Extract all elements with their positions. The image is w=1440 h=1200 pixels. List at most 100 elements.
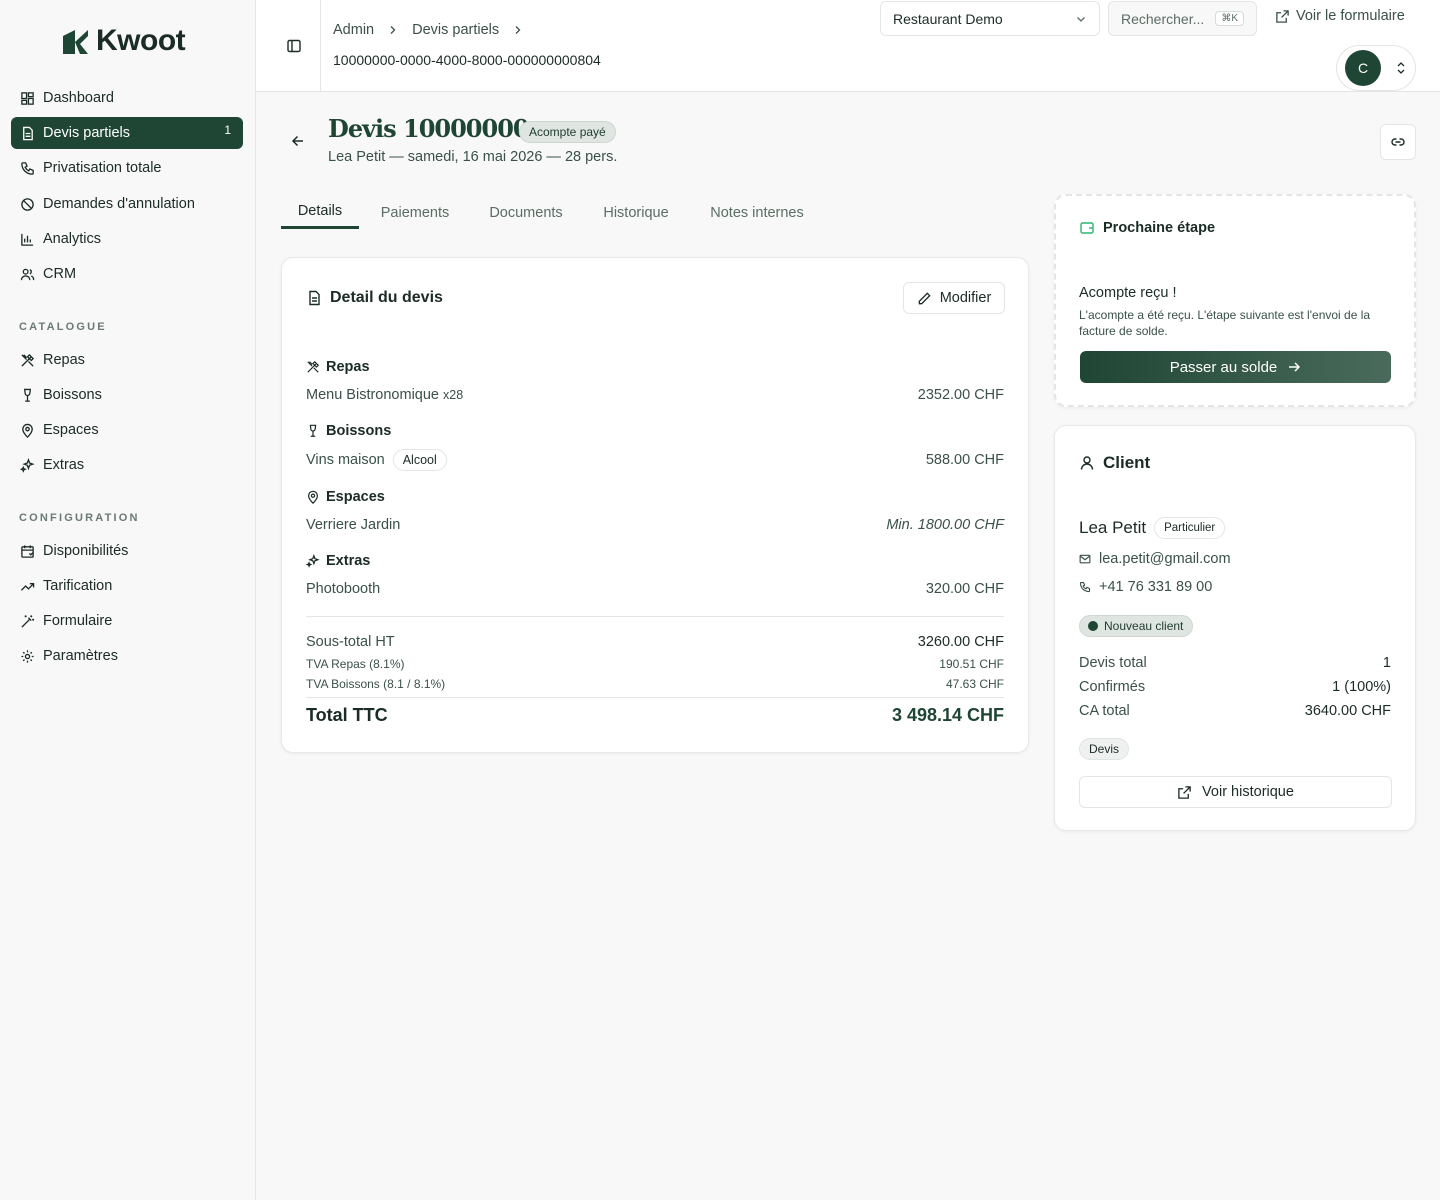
breadcrumb-devis-partiels[interactable]: Devis partiels — [412, 22, 499, 38]
view-form-link[interactable]: Voir le formulaire — [1275, 8, 1405, 24]
search-button[interactable]: Rechercher... ⌘K — [1108, 1, 1257, 36]
sidebar-item-espaces[interactable]: Espaces — [11, 414, 243, 446]
client-email: lea.petit@gmail.com — [1099, 551, 1231, 567]
sidebar-item-label: Tarification — [43, 578, 113, 594]
sidebar-item-repas[interactable]: Repas — [11, 344, 243, 376]
sidebar-item-dashboard[interactable]: Dashboard — [11, 82, 243, 114]
card-header: Client — [1079, 453, 1150, 473]
card-title: Detail du devis — [330, 289, 443, 306]
stat-row: CA total 3640.00 CHF — [1079, 703, 1391, 719]
chevron-right-icon — [515, 26, 521, 34]
pencil-icon — [918, 291, 931, 304]
sidebar-item-formulaire[interactable]: Formulaire — [11, 605, 243, 637]
line-item: Menu Bistronomique x28 2352.00 CHF — [306, 387, 1004, 403]
calendar-icon — [19, 543, 35, 559]
client-phone: +41 76 331 89 00 — [1099, 579, 1213, 595]
chevron-down-icon — [1077, 16, 1085, 22]
item-price: 588.00 CHF — [925, 452, 1004, 468]
section-title-catalogue: CATALOGUE — [19, 321, 107, 333]
tab-paiements[interactable]: Paiements — [373, 196, 457, 229]
item-name: Verriere Jardin — [306, 517, 401, 533]
sidebar-item-devis-partiels[interactable]: Devis partiels 1 — [11, 117, 243, 149]
sidebar-item-privatisation[interactable]: Privatisation totale — [11, 152, 243, 184]
stat-label: Confirmés — [1079, 679, 1146, 695]
sidebar-item-analytics[interactable]: Analytics — [11, 223, 243, 255]
sidebar-item-extras[interactable]: Extras — [11, 449, 243, 481]
tab-historique[interactable]: Historique — [595, 196, 677, 229]
sidebar-item-disponibilites[interactable]: Disponibilités — [11, 535, 243, 567]
sparkles-icon — [19, 457, 35, 473]
back-button[interactable] — [289, 132, 307, 150]
sidebar-item-label: Dashboard — [43, 90, 114, 106]
sidebar-item-parametres[interactable]: Paramètres — [11, 640, 243, 672]
arrow-left-icon — [291, 135, 303, 147]
tab-details[interactable]: Details — [281, 196, 359, 229]
section-espaces: Espaces — [306, 489, 385, 505]
next-step-card: Prochaine étape Acompte reçu ! L'acompte… — [1054, 194, 1416, 407]
chevrons-up-down-icon — [1397, 62, 1405, 74]
user-menu[interactable]: C — [1336, 45, 1416, 91]
next-step-description: L'acompte a été reçu. L'étape suivante e… — [1079, 308, 1371, 338]
sidebar-item-annulation[interactable]: Demandes d'annulation — [11, 188, 243, 220]
divider — [320, 0, 321, 92]
mail-icon — [1079, 554, 1091, 564]
item-price: Min. 1800.00 CHF — [886, 517, 1004, 533]
pass-to-balance-button[interactable]: Passer au solde — [1080, 351, 1391, 383]
tab-bar: Details Paiements Documents Historique N… — [281, 196, 1029, 230]
view-history-label: Voir historique — [1202, 784, 1294, 800]
card-title: Prochaine étape — [1103, 220, 1216, 236]
tab-documents[interactable]: Documents — [481, 196, 571, 229]
sidebar-item-label: Formulaire — [43, 613, 113, 629]
breadcrumb-admin[interactable]: Admin — [333, 22, 374, 38]
utensils-icon — [307, 360, 320, 373]
sidebar-toggle-button[interactable] — [280, 36, 308, 56]
alcohol-tag: Alcool — [392, 449, 447, 471]
tva-boissons-row: TVA Boissons (8.1 / 8.1%) 47.63 CHF — [306, 677, 1004, 691]
card-title: Client — [1103, 453, 1151, 472]
tva-repas-value: 190.51 CHF — [939, 657, 1004, 671]
client-email-row[interactable]: lea.petit@gmail.com — [1079, 551, 1231, 567]
panel-left-icon — [287, 39, 301, 53]
item-qty: x28 — [443, 388, 464, 402]
sidebar-item-crm[interactable]: CRM — [11, 258, 243, 290]
client-phone-row[interactable]: +41 76 331 89 00 — [1079, 579, 1212, 595]
client-status-badge: Nouveau client — [1079, 615, 1194, 637]
wand-icon — [19, 613, 35, 629]
view-history-button[interactable]: Voir historique — [1079, 776, 1392, 808]
sidebar-item-label: Demandes d'annulation — [43, 196, 195, 212]
page-subtitle: Lea Petit — samedi, 16 mai 2026 — 28 per… — [328, 149, 618, 165]
user-icon — [1080, 456, 1094, 470]
utensils-icon — [19, 352, 35, 368]
divider — [306, 616, 1004, 617]
item-price: 2352.00 CHF — [917, 387, 1004, 403]
sidebar-item-label: Extras — [43, 457, 85, 473]
devis-detail-card: Detail du devis Modifier Repas Menu Bist… — [281, 257, 1029, 753]
dashboard-icon — [19, 90, 35, 106]
stat-label: CA total — [1079, 703, 1130, 719]
copy-link-button[interactable] — [1380, 124, 1416, 160]
kwoot-logo-icon — [63, 30, 88, 54]
arrow-right-icon — [1289, 362, 1301, 372]
status-badge: Acompte payé — [519, 121, 616, 143]
line-item: Photobooth 320.00 CHF — [306, 581, 1004, 597]
breadcrumb-record-id: 10000000-0000-4000-8000-000000000804 — [333, 52, 601, 68]
restaurant-select[interactable]: Restaurant Demo — [880, 1, 1100, 36]
external-link-icon — [1178, 785, 1191, 799]
modify-button[interactable]: Modifier — [903, 282, 1005, 314]
item-name: Menu Bistronomique — [306, 387, 439, 403]
tva-boissons-label: TVA Boissons (8.1 / 8.1%) — [306, 677, 446, 691]
client-card: Client Lea Petit Particulier lea.petit@g… — [1054, 425, 1416, 831]
brand-logo[interactable]: Kwoot — [60, 24, 186, 58]
section-repas: Repas — [306, 359, 370, 375]
sidebar-item-boissons[interactable]: Boissons — [11, 379, 243, 411]
avatar: C — [1345, 50, 1381, 86]
tva-repas-label: TVA Repas (8.1%) — [306, 657, 405, 671]
phone-icon — [1079, 581, 1091, 593]
sidebar-item-label: CRM — [43, 266, 77, 282]
sidebar-item-tarification[interactable]: Tarification — [11, 570, 243, 602]
wallet-icon — [1080, 222, 1094, 234]
client-tag: Devis — [1079, 738, 1130, 760]
tab-notes-internes[interactable]: Notes internes — [701, 196, 813, 229]
stat-row: Devis total 1 — [1079, 655, 1391, 671]
gear-icon — [19, 648, 35, 664]
